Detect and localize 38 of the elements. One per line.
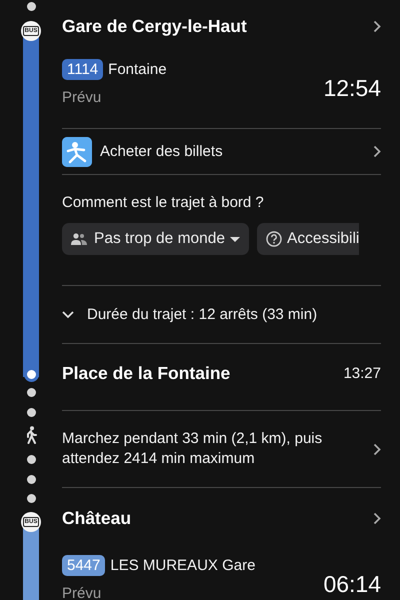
buy-tickets-label: Acheter des billets — [100, 143, 223, 160]
crowd-level-dropdown[interactable]: Pas trop de monde — [62, 223, 249, 255]
walking-person-icon — [25, 426, 37, 444]
stop-name: Gare de Cergy-le-Haut — [62, 16, 247, 36]
stop-row[interactable]: Gare de Cergy-le-Haut — [62, 0, 381, 52]
chevron-right-icon — [373, 145, 381, 158]
walking-directions: Marchez pendant 33 min (2,1 km), puis attendez 2414 min maximum — [62, 429, 324, 469]
stop-dot — [26, 455, 36, 464]
crowd-question: Comment est le trajet à bord ? — [62, 194, 265, 211]
stop-dot — [26, 2, 36, 11]
chevron-right-icon — [373, 512, 381, 524]
trip-duration: Durée du trajet : 12 arrêts (33 min) — [87, 306, 318, 323]
departure-time: 12:54 — [323, 75, 381, 102]
running-figure-icon — [62, 136, 92, 166]
stop-name: Place de la Fontaine — [62, 363, 230, 384]
trip-duration-row[interactable]: Durée du trajet : 12 arrêts (33 min) — [62, 285, 381, 343]
status-label: Prévu — [62, 585, 102, 600]
status-label: Prévu — [62, 89, 102, 106]
stop-row[interactable]: Château — [62, 488, 381, 548]
buy-tickets-row[interactable]: Acheter des billets — [62, 128, 381, 174]
line-destination: LES MUREAUX Gare — [110, 557, 256, 574]
people-icon — [71, 233, 89, 245]
stop-name: Château — [62, 508, 132, 528]
stop-dot — [26, 475, 36, 484]
caret-icon — [230, 236, 240, 242]
arrival-time: 13:27 — [343, 365, 381, 382]
stop-dot — [26, 408, 36, 417]
walking-directions-row[interactable]: Marchez pendant 33 min (2,1 km), puis attendez 2414 min maximum — [62, 410, 381, 488]
stop-dot — [26, 388, 36, 397]
line-number-badge: 5447 — [62, 555, 106, 576]
chevron-right-icon — [373, 442, 381, 456]
departure-time: 06:14 — [323, 571, 381, 598]
line-number-badge: 1114 — [62, 59, 104, 80]
accessibility-chip[interactable]: Accessibili — [256, 223, 360, 255]
chevron-right-icon — [373, 20, 381, 32]
stop-dot — [26, 494, 36, 503]
line-destination: Fontaine — [108, 61, 167, 78]
help-icon — [266, 231, 282, 247]
